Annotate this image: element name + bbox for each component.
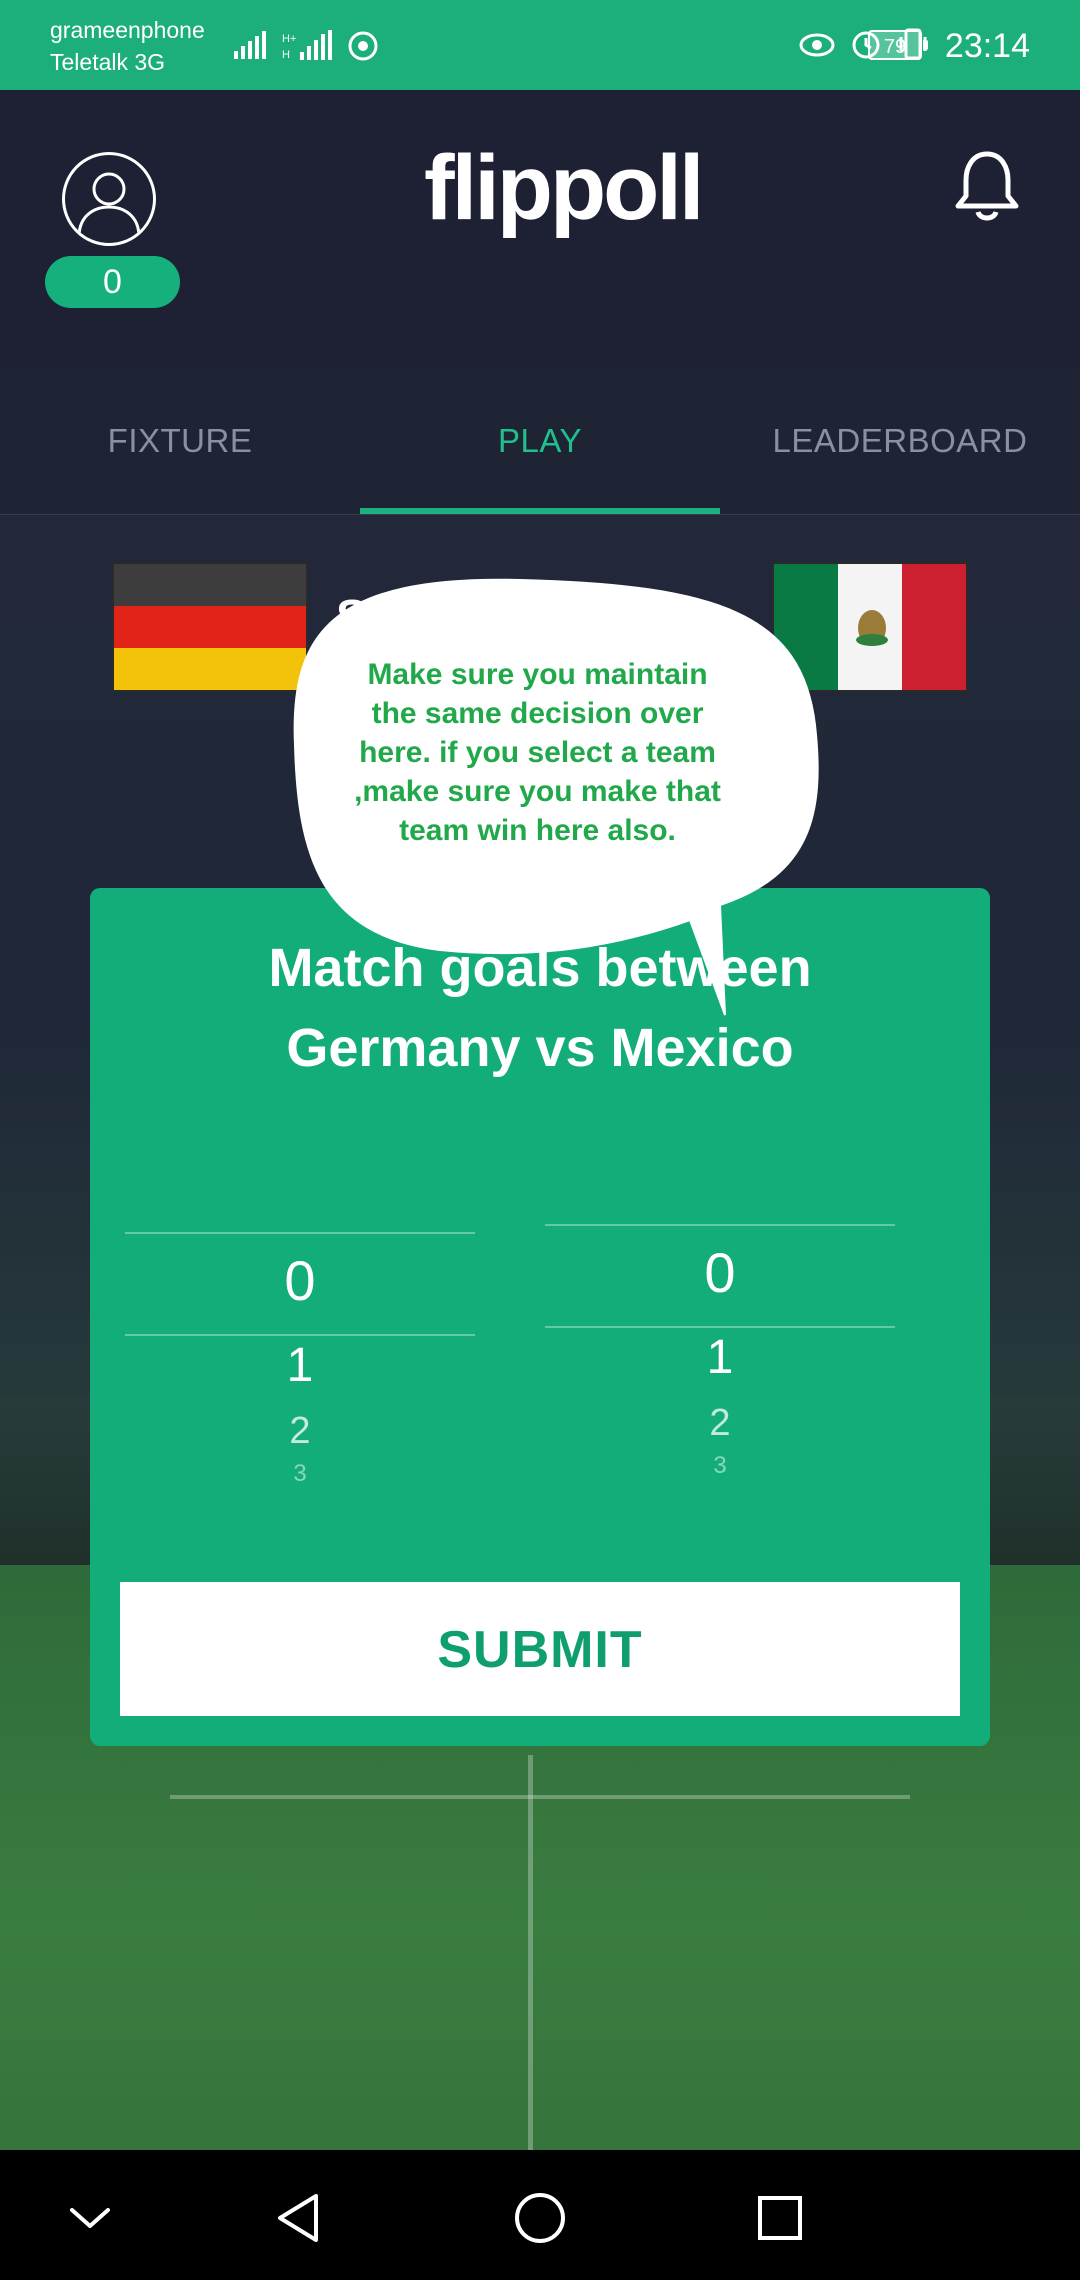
app-header: 0 flippoll: [0, 90, 1080, 368]
tooltip-text: Make sure you maintain the same decision…: [354, 658, 721, 847]
status-icons-left: H+ H: [232, 26, 378, 66]
picker-divider: [545, 1224, 895, 1226]
points-badge: 0: [45, 256, 180, 308]
picker-value[interactable]: 3: [125, 1460, 475, 1488]
picker-value[interactable]: 0: [545, 1240, 895, 1305]
chevron-down-icon[interactable]: [50, 2178, 130, 2258]
pitch-line: [170, 1795, 910, 1799]
picker-divider: [545, 1326, 895, 1328]
picker-divider: [125, 1334, 475, 1336]
network-signal-icon: H+ H: [282, 30, 332, 61]
back-icon[interactable]: [260, 2178, 340, 2258]
pitch-line: [528, 1755, 533, 2150]
battery-icon: 79: [868, 30, 928, 60]
active-tab-indicator: [360, 508, 720, 514]
picker-value[interactable]: 1: [545, 1330, 895, 1385]
tab-bar: FIXTURE PLAY LEADERBOARD: [0, 368, 1080, 515]
picker-value[interactable]: 3: [545, 1452, 895, 1480]
mexico-emblem-icon: [856, 610, 888, 646]
home-icon[interactable]: [500, 2178, 580, 2258]
picker-divider: [125, 1232, 475, 1234]
picker-value[interactable]: 2: [125, 1410, 475, 1453]
tab-leaderboard[interactable]: LEADERBOARD: [720, 368, 1080, 514]
carrier-name-2: Teletalk 3G: [50, 49, 166, 75]
picker-value[interactable]: 1: [125, 1338, 475, 1393]
germany-flag[interactable]: [112, 562, 308, 692]
picker-value[interactable]: 0: [125, 1248, 475, 1313]
tab-play[interactable]: PLAY: [360, 368, 720, 514]
signal-icon: [234, 31, 266, 59]
germany-goals-picker[interactable]: 0 1 2 3: [125, 1228, 475, 1487]
recents-icon[interactable]: [740, 2178, 820, 2258]
picker-value[interactable]: 2: [545, 1402, 895, 1445]
status-bar: grameenphone Teletalk 3G H+ H 79 23:14: [0, 0, 1080, 90]
bell-icon[interactable]: [952, 148, 1022, 222]
avatar[interactable]: [62, 152, 156, 246]
tab-fixture[interactable]: FIXTURE: [0, 368, 360, 514]
carrier-info: grameenphone Teletalk 3G: [50, 14, 205, 78]
user-icon: [77, 172, 141, 238]
clock: 23:14: [944, 27, 1030, 65]
svg-text:H+: H+: [282, 33, 296, 45]
carrier-name-1: grameenphone: [50, 17, 205, 43]
chrome-icon: [348, 31, 378, 61]
system-nav-bar: [0, 2150, 1080, 2280]
app-logo: flippoll: [424, 137, 704, 239]
eye-icon: [799, 33, 835, 57]
svg-text:H: H: [282, 49, 290, 61]
mexico-goals-picker[interactable]: 0 1 2 3: [545, 1220, 895, 1479]
submit-button[interactable]: SUBMIT: [120, 1582, 960, 1716]
